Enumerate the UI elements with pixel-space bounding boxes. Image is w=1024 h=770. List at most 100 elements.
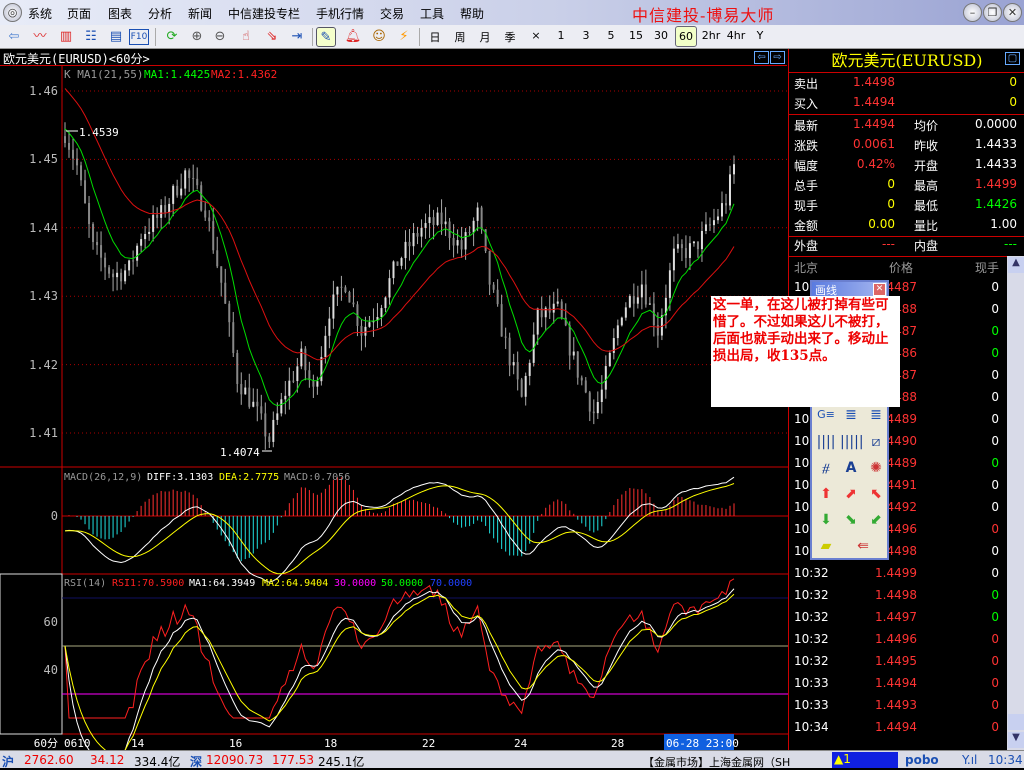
period-day[interactable]: 日	[424, 29, 446, 45]
low-annotation: 1.4074	[220, 446, 260, 459]
candle-body	[492, 284, 495, 290]
gann-wheel-icon[interactable]: ✺	[865, 457, 887, 479]
cycle-line-icon[interactable]: ||||	[815, 431, 837, 453]
down-left-arrow-icon[interactable]: ⬋	[865, 509, 887, 531]
period-60[interactable]: 60	[675, 26, 697, 47]
candle-body	[568, 325, 571, 356]
menu-mobile[interactable]: 手机行情	[316, 5, 364, 22]
menu-news[interactable]: 新闻	[188, 5, 212, 22]
line-chart-icon[interactable]: 〰	[30, 27, 50, 47]
table-icon[interactable]: ☷	[81, 27, 101, 47]
period-close[interactable]: ×	[525, 29, 547, 42]
refresh-icon[interactable]: ⟳	[162, 27, 182, 47]
draw-panel-close-button[interactable]: ✕	[873, 283, 886, 296]
period-5[interactable]: 5	[600, 29, 622, 42]
period-3[interactable]: 3	[575, 29, 597, 42]
zoom-out-icon[interactable]: ⊖	[210, 27, 230, 47]
alert-indicator[interactable]: ▲1	[832, 752, 898, 768]
candle-body	[352, 302, 355, 305]
select-icon[interactable]: ☝	[236, 27, 256, 47]
candle-body	[488, 251, 491, 285]
eraser-icon[interactable]: ▰	[815, 535, 837, 557]
draw-icon[interactable]: ✎	[316, 27, 336, 47]
stat-value: 1.4499	[975, 177, 1017, 191]
period-2hr[interactable]: 2hr	[700, 29, 722, 42]
sell-label: 卖出	[794, 77, 819, 91]
candle-body	[292, 380, 295, 382]
menu-analysis[interactable]: 分析	[148, 5, 172, 22]
tick-volume: 0	[991, 390, 999, 404]
period-1[interactable]: 1	[550, 29, 572, 42]
up-right-arrow-icon[interactable]: ⬈	[840, 483, 862, 505]
close-button[interactable]: ✕	[1003, 3, 1022, 22]
sell-volume: 0	[1009, 75, 1017, 89]
gann-fan-icon[interactable]: ⧄	[865, 431, 887, 453]
candle-body	[168, 203, 171, 213]
up-left-arrow-icon[interactable]: ⬉	[865, 483, 887, 505]
speed-line-icon[interactable]: ⧣	[815, 457, 837, 479]
stat-label: 均价	[914, 119, 939, 133]
up-arrow-icon[interactable]: ⬆	[815, 483, 837, 505]
text-icon[interactable]: A	[840, 457, 862, 479]
back-icon[interactable]: ⇦	[4, 27, 24, 47]
down-arrow-icon[interactable]: ⬇	[815, 509, 837, 531]
scroll-left-button[interactable]: ⇦	[754, 51, 769, 64]
candle-body	[136, 245, 139, 261]
users-icon[interactable]: ☺	[369, 27, 389, 47]
period-week[interactable]: 周	[449, 29, 471, 45]
candle-body	[628, 296, 631, 308]
candle-body	[688, 243, 691, 258]
tick-volume: 0	[991, 324, 999, 338]
period-15[interactable]: 15	[625, 29, 647, 42]
stat-label: 最低	[914, 199, 939, 213]
zoom-in-icon[interactable]: ⊕	[187, 27, 207, 47]
menu-system[interactable]: 系统	[28, 5, 52, 22]
tick-time: 10:32	[794, 654, 829, 668]
scroll-up-button[interactable]: ▲	[1008, 257, 1024, 273]
ma2-line	[64, 88, 735, 361]
period-30[interactable]: 30	[650, 29, 672, 42]
menu-trade[interactable]: 交易	[380, 5, 404, 22]
tick-volume: 0	[991, 698, 999, 712]
percent-line2-icon[interactable]: ≣	[865, 404, 887, 426]
menu-tools[interactable]: 工具	[420, 5, 444, 22]
export-icon[interactable]: ⇘	[262, 27, 282, 47]
candle-body	[436, 212, 439, 225]
tick-time: 10:32	[794, 588, 829, 602]
menu-chart[interactable]: 图表	[108, 5, 132, 22]
period-4hr[interactable]: 4hr	[725, 29, 747, 42]
menu-page[interactable]: 页面	[67, 5, 91, 22]
candle-body	[624, 307, 627, 318]
kline-chart[interactable]: K MA1(21,55) MA1:1.4425 MA2:1.4362 1.46 …	[0, 66, 788, 750]
down-right-arrow-icon[interactable]: ⬊	[840, 509, 862, 531]
scroll-right-button[interactable]: ⇨	[770, 51, 785, 64]
flash-icon[interactable]: ⚡	[394, 27, 414, 47]
f10-icon[interactable]: F10	[129, 29, 149, 45]
x-tick: 18	[324, 737, 337, 750]
window-icon[interactable]: ▤	[106, 27, 126, 47]
settings-icon[interactable]: ⇚	[852, 535, 874, 557]
quote-title: 欧元美元(EURUSD)	[831, 51, 983, 70]
annotation-note[interactable]: 这一单，在这儿被打掉有些可惜了。不过如果这儿不被打，后面也就手动出来了。移动止损…	[711, 296, 900, 407]
period-quarter[interactable]: 季	[499, 29, 521, 45]
g-line-icon[interactable]: G≡	[815, 404, 837, 426]
menu-help[interactable]: 帮助	[460, 5, 484, 22]
app-logo-icon[interactable]: ◎	[3, 3, 22, 22]
period-year[interactable]: Y	[749, 29, 771, 42]
scroll-down-button[interactable]: ▼	[1008, 732, 1024, 748]
candle-body	[480, 207, 483, 230]
percent-line-icon[interactable]: ≣	[840, 404, 862, 426]
restore-button[interactable]: ❐	[983, 3, 1002, 22]
tick-volume: 0	[991, 346, 999, 360]
sidebar-icon[interactable]: ⇥	[287, 27, 307, 47]
kline-chart-icon[interactable]: ▥	[56, 27, 76, 47]
period-month[interactable]: 月	[474, 29, 496, 45]
minimize-button[interactable]: –	[963, 3, 982, 22]
alarm-icon[interactable]: 🔔︎	[343, 27, 363, 47]
fib-cycle-icon[interactable]: |||||	[840, 431, 864, 453]
tick-scrollbar[interactable]: ▲ ▼	[1007, 256, 1024, 750]
maximize-panel-button[interactable]: ▢	[1005, 52, 1020, 65]
menu-column[interactable]: 中信建投专栏	[228, 5, 300, 22]
scroll-thumb[interactable]	[1008, 714, 1024, 730]
tick-volume: 0	[991, 368, 999, 382]
